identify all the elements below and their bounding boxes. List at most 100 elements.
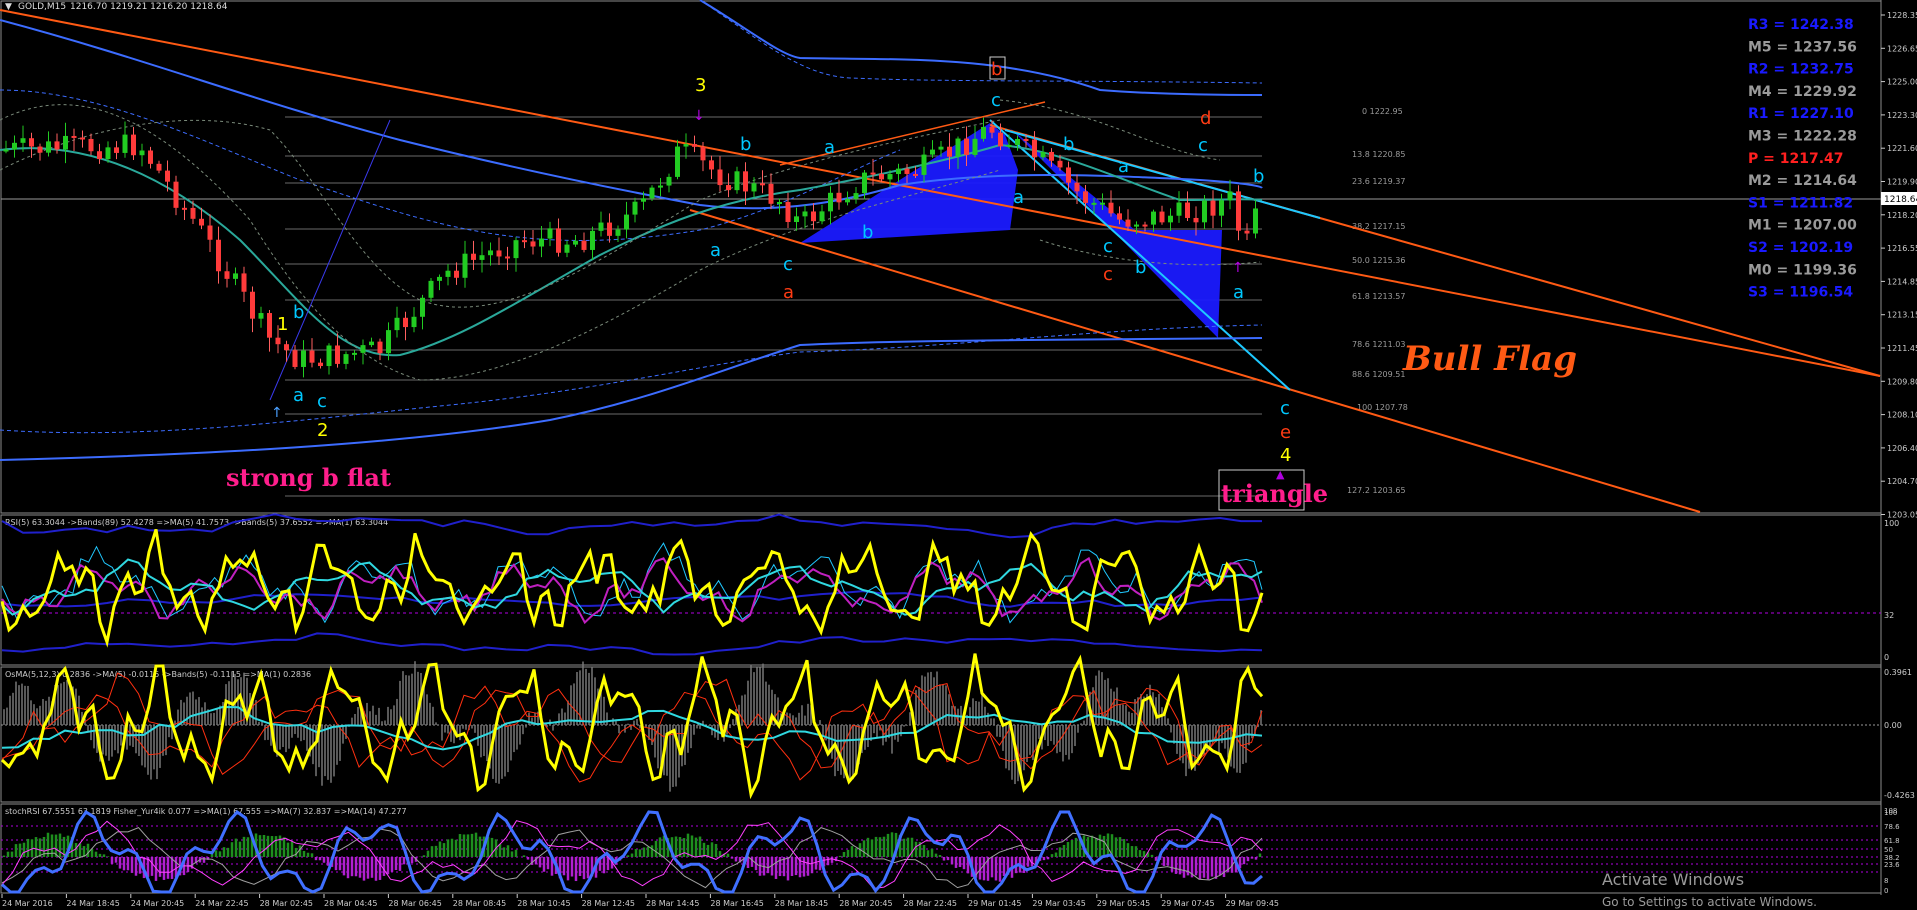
candle-body xyxy=(199,218,204,226)
main-panel-frame xyxy=(0,0,1882,514)
price-tick-label: 1214.85 xyxy=(1887,277,1917,286)
price-tick-label: 1218.20 xyxy=(1887,211,1917,220)
price-tick-label: 1228.35 xyxy=(1887,11,1917,20)
osma-header: OsMA(5,12,3) 0.2836 ->MA(5) -0.0115 ->Ba… xyxy=(5,670,311,679)
candle-body xyxy=(666,176,672,186)
candle-body xyxy=(692,144,697,147)
candle-body xyxy=(318,362,323,367)
candle-body xyxy=(105,147,111,160)
candle-body xyxy=(904,168,910,174)
candle-body xyxy=(836,192,842,203)
stoch-axis-label: 50 xyxy=(1884,846,1893,854)
candle-body xyxy=(1015,138,1020,145)
candle-body xyxy=(828,192,833,212)
bull-flag-channel xyxy=(0,9,1881,513)
osma-axis-label: 0.00 xyxy=(1884,721,1902,730)
candle-body xyxy=(148,150,153,164)
envelope-dashed xyxy=(0,0,1263,434)
wave-label-a: a xyxy=(710,240,721,261)
pivot-level: P = 1217.47 xyxy=(1748,151,1844,167)
pivot-level: S3 = 1196.54 xyxy=(1748,285,1853,301)
wave-label-a: a xyxy=(1233,282,1244,303)
candle-body xyxy=(267,313,272,338)
candle-body xyxy=(437,276,442,281)
candle-body xyxy=(292,350,298,367)
candle-body xyxy=(1244,230,1250,234)
candle-body xyxy=(607,222,612,236)
wave-label-c: c xyxy=(1103,236,1113,257)
pivot-level: R2 = 1232.75 xyxy=(1748,62,1854,78)
candle-body xyxy=(250,291,255,319)
candle-body xyxy=(947,146,952,157)
wave-label-1: 1 xyxy=(277,314,288,335)
time-tick-label: 24 Mar 20:45 xyxy=(131,899,184,908)
price-tick-label: 1209.80 xyxy=(1887,377,1917,386)
time-tick-label: 29 Mar 09:45 xyxy=(1226,899,1279,908)
time-tick-label: 28 Mar 10:45 xyxy=(517,899,570,908)
candle-body xyxy=(700,146,706,161)
candle-body xyxy=(896,168,901,175)
wave-label-c: c xyxy=(1198,135,1208,156)
candle-body xyxy=(1032,139,1037,158)
time-tick-label: 28 Mar 04:45 xyxy=(324,899,377,908)
candle-body xyxy=(1193,217,1199,223)
rsi-axis-label: 0 xyxy=(1884,653,1889,662)
candle-body xyxy=(488,250,493,256)
candle-body xyxy=(998,132,1003,147)
candle-body xyxy=(930,149,935,155)
wave-label-b: b xyxy=(293,302,304,323)
candle-body xyxy=(615,229,621,236)
fib-label: 50.0 1215.36 xyxy=(1352,256,1405,265)
bull-flag-annotation: Bull Flag xyxy=(1402,339,1577,379)
candle-body xyxy=(37,146,43,153)
stoch-axis-label: 0 xyxy=(1884,887,1888,895)
candle-body xyxy=(224,271,230,279)
stoch-axis-label: 78.6 xyxy=(1884,823,1900,831)
candle-body xyxy=(301,350,306,367)
candle-body xyxy=(343,354,349,364)
wave-label-e: e xyxy=(1280,422,1291,443)
up-arrow-icon: ↑ xyxy=(1232,260,1244,276)
wave-label-4: 4 xyxy=(1280,445,1291,466)
candle-body xyxy=(182,207,187,210)
wave-label-a: a xyxy=(293,385,304,406)
fib-label: 127.2 1203.65 xyxy=(1347,486,1406,495)
candle-body xyxy=(955,138,961,157)
price-tick-label: 1216.55 xyxy=(1887,244,1917,253)
candle-body xyxy=(675,146,680,177)
candle-body xyxy=(207,225,213,240)
candle-body xyxy=(785,202,791,223)
time-tick-label: 28 Mar 20:45 xyxy=(839,899,892,908)
candle-body xyxy=(326,345,332,367)
price-tick-label: 1206.40 xyxy=(1887,444,1917,453)
candle-body xyxy=(1185,202,1190,218)
candle-body xyxy=(862,172,867,194)
chart-symbol: GOLD,M15 xyxy=(18,2,66,12)
candle-body xyxy=(522,240,527,243)
price-tick-label: 1225.00 xyxy=(1887,78,1917,87)
candle-body xyxy=(794,216,799,223)
candle-body xyxy=(573,240,578,245)
time-tick-label: 28 Mar 18:45 xyxy=(775,899,828,908)
candle-body xyxy=(539,238,544,247)
chart-dropdown-icon[interactable]: ▼ xyxy=(5,2,12,12)
trading-chart[interactable]: 1218.64 0 1222.95 13.8 1220.85 23.6 1219… xyxy=(0,0,1917,910)
time-tick-label: 28 Mar 14:45 xyxy=(646,899,699,908)
candle-body xyxy=(46,141,51,153)
pivot-level: M4 = 1229.92 xyxy=(1748,84,1857,100)
candle-body xyxy=(564,244,570,253)
wave-label-b: b xyxy=(1063,134,1074,155)
price-tick-label: 1221.60 xyxy=(1887,144,1917,153)
rsi-lower-band xyxy=(1,632,1263,656)
candle-body xyxy=(658,185,663,188)
current-price-label: 1218.64 xyxy=(1884,195,1917,205)
time-tick-label: 28 Mar 08:45 xyxy=(453,899,506,908)
candle-body xyxy=(114,147,119,153)
pivot-level: S1 = 1211.82 xyxy=(1748,195,1853,211)
candle-body xyxy=(165,170,170,182)
candle-body xyxy=(1151,211,1156,225)
fib-label: 100 1207.78 xyxy=(1357,403,1408,412)
candlestick-series[interactable] xyxy=(3,117,1259,378)
candle-body xyxy=(29,138,34,147)
candle-body xyxy=(556,228,561,253)
